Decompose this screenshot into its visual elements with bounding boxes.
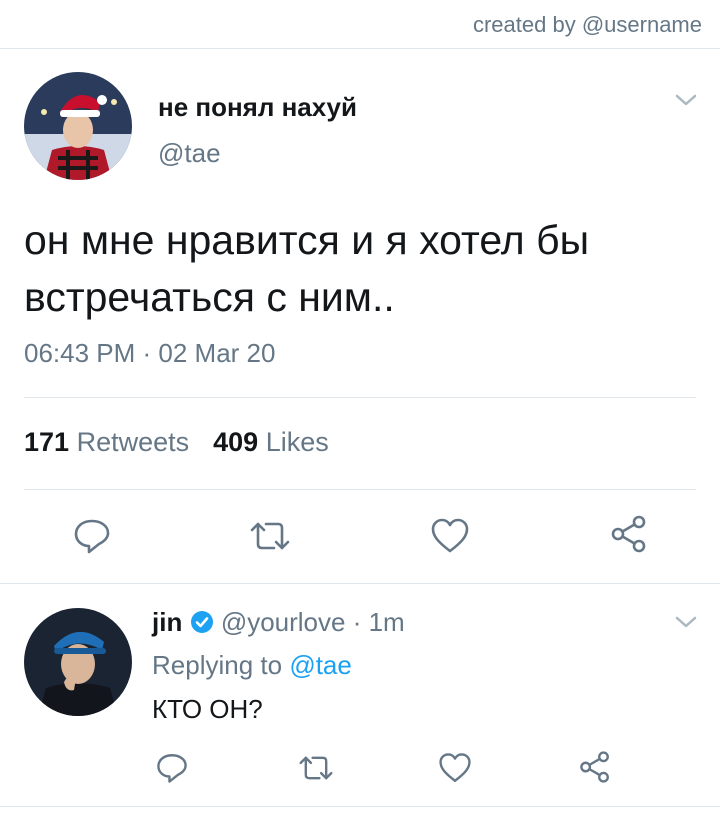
likes-label: Likes [265, 427, 329, 457]
reply-handle[interactable]: @yourlove [221, 607, 346, 637]
tweet-stats: 171 Retweets 409 Likes [24, 427, 329, 458]
bottom-divider [0, 806, 720, 807]
reply-header: jin @yourlove · 1m [152, 607, 405, 641]
retweets-count: 171 [24, 427, 70, 457]
reply-text: КТО ОН? [152, 694, 263, 724]
display-name[interactable]: не понял нахуй [158, 92, 357, 123]
chevron-down-icon[interactable] [674, 92, 698, 108]
chevron-down-icon[interactable] [674, 614, 698, 630]
like-icon[interactable] [430, 516, 470, 556]
credit-text: created by @username [472, 12, 702, 37]
retweets-stat[interactable]: 171 Retweets [24, 427, 189, 458]
replying-label: Replying to [152, 650, 283, 680]
avatar[interactable] [24, 72, 132, 180]
reply-icon[interactable] [72, 516, 112, 556]
replying-to: Replying to @tae [152, 650, 352, 681]
retweet-icon[interactable] [247, 516, 293, 556]
share-icon[interactable] [578, 750, 612, 784]
reply-icon[interactable] [155, 751, 189, 785]
likes-count: 409 [213, 427, 259, 457]
replying-to-link[interactable]: @tae [289, 650, 352, 680]
divider [24, 489, 696, 490]
tweet-timestamp[interactable]: 06:43 PM · 02 Mar 20 [24, 338, 275, 369]
user-handle[interactable]: @tae [158, 138, 221, 169]
likes-stat[interactable]: 409 Likes [213, 427, 329, 458]
retweets-label: Retweets [76, 427, 190, 457]
divider [24, 397, 696, 398]
like-icon[interactable] [438, 751, 472, 785]
tweet-text: он мне нравится и я хотел бы встречаться… [24, 217, 590, 320]
verified-badge-icon [190, 610, 214, 641]
reply-time: · 1m [352, 607, 405, 637]
tweet-divider [0, 583, 720, 584]
top-divider [0, 48, 720, 49]
reply-display-name[interactable]: jin [152, 607, 182, 637]
share-icon[interactable] [609, 514, 649, 554]
reply-avatar[interactable] [24, 608, 132, 716]
retweet-icon[interactable] [296, 751, 336, 785]
